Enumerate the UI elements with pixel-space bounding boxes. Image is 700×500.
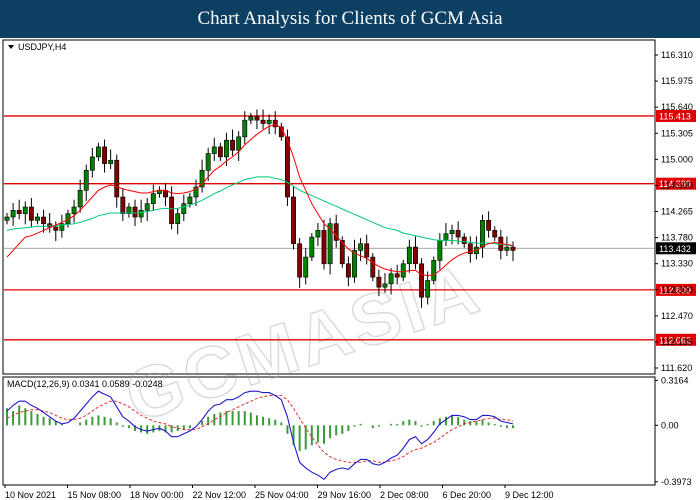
candle-body <box>211 146 217 154</box>
y-tick-label: 112.135 <box>661 337 693 347</box>
candle-body <box>224 139 229 158</box>
x-tick-label: 29 Nov 16:00 <box>318 490 372 500</box>
candle-body <box>486 220 492 231</box>
y-tick-label: 115.640 <box>661 102 693 112</box>
candle-body <box>376 276 382 288</box>
candle-body <box>425 280 431 298</box>
candle-body <box>53 226 59 231</box>
candle-body <box>71 206 77 214</box>
candle-body <box>254 116 260 121</box>
candle-body <box>144 203 150 211</box>
candle-body <box>41 216 47 225</box>
candle-body <box>114 159 120 198</box>
candle-body <box>205 153 211 171</box>
candle-body <box>394 273 400 278</box>
symbol-label: USDJPY,H4 <box>18 42 66 52</box>
candle-body <box>364 243 370 258</box>
candle-body <box>455 230 461 238</box>
x-tick-label: 25 Nov 04:00 <box>255 490 309 500</box>
candle-body <box>291 196 296 245</box>
y-tick-label: 114.600 <box>661 180 693 190</box>
candle-body <box>406 246 412 265</box>
chart-title: Chart Analysis for Clients of GCM Asia <box>0 0 700 38</box>
candle-body <box>431 260 437 281</box>
y-tick-label: 116.310 <box>661 50 693 60</box>
candle-body <box>352 250 357 278</box>
y-tick-label: 115.000 <box>661 154 693 164</box>
current-price-label: 113.432 <box>659 244 691 254</box>
candle-body <box>437 240 443 261</box>
candle-body <box>510 246 516 251</box>
candle-body <box>504 246 510 251</box>
macd-y-tick-label: 0.3164 <box>661 375 689 385</box>
y-tick-label: 114.265 <box>661 207 693 217</box>
x-tick-label: 10 Nov 2021 <box>5 490 56 500</box>
candle-body <box>102 146 107 164</box>
x-tick-label: 6 Dec 20:00 <box>443 490 492 500</box>
candle-body <box>309 236 315 258</box>
candle-body <box>492 230 498 238</box>
macd-label: MACD(12,26,9) 0.0341 0.0589 -0.0248 <box>7 379 163 389</box>
candle-body <box>461 236 467 245</box>
candle-body <box>443 233 449 241</box>
y-tick-label: 113.330 <box>661 259 693 269</box>
candle-body <box>297 243 303 278</box>
candle-body <box>370 256 376 278</box>
candle-body <box>83 169 89 191</box>
macd-panel <box>2 376 656 486</box>
candle-body <box>400 263 406 278</box>
candle-body <box>169 196 175 224</box>
candle-body <box>10 210 16 218</box>
level-label: 115.413 <box>659 111 691 121</box>
x-tick-label: 22 Nov 12:00 <box>193 490 247 500</box>
candle-body <box>321 230 327 265</box>
candle-body <box>108 159 114 164</box>
candle-body <box>120 196 126 214</box>
candle-body <box>345 263 351 278</box>
y-tick-label: 115.975 <box>661 76 693 86</box>
macd-y-tick-label: 0.00 <box>661 420 679 430</box>
candle-body <box>89 156 95 171</box>
chart-area: GCMASIA 115.413114.399112.809112.062113.… <box>2 39 696 500</box>
x-tick-label: 15 Nov 08:00 <box>68 490 122 500</box>
candle-body <box>4 216 10 221</box>
y-tick-label: 112.800 <box>661 285 693 295</box>
candle-body <box>315 230 321 238</box>
macd-y-tick-label: -0.3973 <box>661 477 692 487</box>
candle-body <box>28 206 34 221</box>
x-tick-label: 2 Dec 08:00 <box>380 490 429 500</box>
x-tick-label: 18 Nov 00:00 <box>130 490 184 500</box>
candle-body <box>22 206 28 214</box>
candle-body <box>230 139 235 151</box>
candle-body <box>132 206 138 218</box>
candle-body <box>419 263 424 298</box>
candle-body <box>284 136 290 198</box>
candle-body <box>181 203 187 214</box>
candle-body <box>388 273 394 285</box>
candle-body <box>35 216 40 221</box>
candle-body <box>260 119 266 124</box>
candle-body <box>96 146 101 158</box>
candle-body <box>217 146 223 158</box>
y-tick-label: 112.470 <box>661 311 693 321</box>
candle-body <box>77 190 83 208</box>
candle-body <box>266 119 272 124</box>
candle-body <box>449 230 455 235</box>
candle-body <box>413 246 418 265</box>
candle-body <box>303 256 309 278</box>
y-tick-label: 113.780 <box>661 233 693 243</box>
candle-body <box>242 119 248 138</box>
candle-body <box>236 136 242 151</box>
candle-body <box>138 210 144 218</box>
candle-body <box>175 213 181 224</box>
candle-body <box>150 193 156 204</box>
x-tick-label: 9 Dec 12:00 <box>505 490 554 500</box>
candle-body <box>358 243 364 251</box>
candle-body <box>248 116 254 121</box>
y-tick-label: 111.620 <box>661 363 692 373</box>
candle-body <box>187 196 193 204</box>
candle-body <box>382 283 388 288</box>
candle-body <box>16 210 22 214</box>
y-tick-label: 115.305 <box>661 128 693 138</box>
